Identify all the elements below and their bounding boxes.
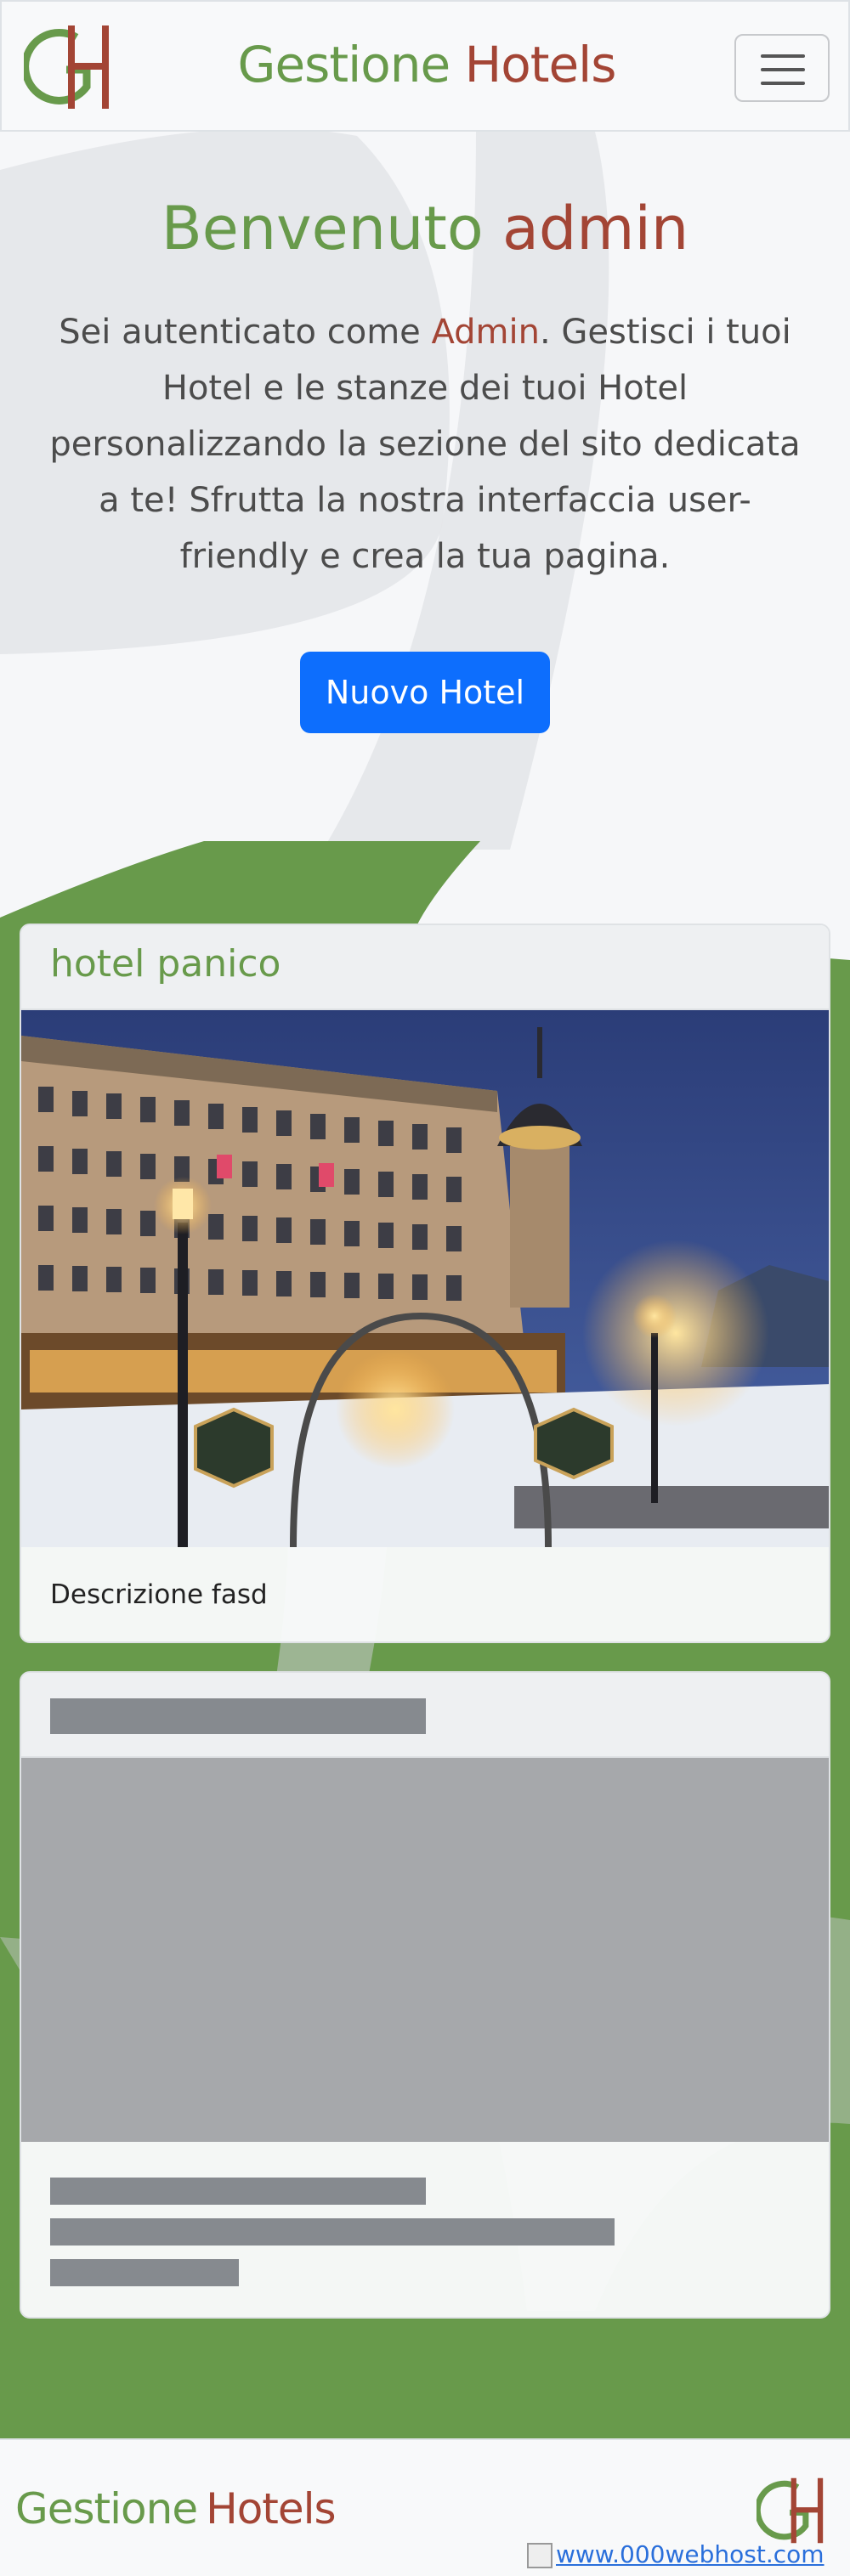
hotel-description: Descrizione fasd: [50, 1579, 268, 1610]
footer-brand-part2: Hotels: [206, 2484, 336, 2534]
hamburger-icon: [761, 68, 805, 71]
footer: Gestione Hotels www.000webhost.com: [0, 2438, 850, 2576]
hotel-card[interactable]: hotel panico Descrizione fasd: [20, 924, 830, 1643]
welcome-text-before: Sei autenticato come: [59, 313, 432, 352]
hotel-card-header: hotel panico: [21, 925, 829, 1010]
welcome-text: Sei autenticato come Admin. Gestisci i t…: [38, 304, 812, 585]
welcome-username: admin: [502, 194, 689, 263]
placeholder-text-line: [50, 2259, 239, 2286]
hotel-photo[interactable]: [21, 1010, 830, 1547]
hotel-card-placeholder: [20, 1671, 830, 2319]
hotel-name[interactable]: hotel panico: [50, 942, 280, 986]
gh-logo-icon[interactable]: [756, 2474, 830, 2547]
new-hotel-button[interactable]: Nuovo Hotel: [300, 652, 550, 733]
navbar-brand[interactable]: Gestione Hotels: [2, 36, 850, 93]
brand-part2: Hotels: [464, 36, 617, 93]
welcome-text-after: . Gestisci i tuoi Hotel e le stanze dei …: [49, 313, 801, 576]
placeholder-title-bar: [50, 1698, 426, 1734]
footer-brand[interactable]: Gestione Hotels: [15, 2484, 337, 2534]
placeholder-image: [21, 1758, 829, 2142]
placeholder-card-header: [21, 1673, 829, 1758]
webhost-link-text: www.000webhost.com: [556, 2540, 824, 2568]
broken-image-icon: [527, 2543, 552, 2568]
footer-brand-part1: Gestione: [15, 2484, 198, 2534]
navbar-toggler-button[interactable]: [734, 34, 830, 102]
hotel-card-body: Descrizione fasd: [21, 1547, 829, 1641]
webhost-banner-link[interactable]: www.000webhost.com: [527, 2540, 850, 2576]
placeholder-text-line: [50, 2218, 615, 2246]
brand-part1: Gestione: [237, 36, 451, 93]
top-navbar: Gestione Hotels: [0, 0, 850, 132]
placeholder-card-body: [21, 2142, 829, 2317]
hamburger-icon: [761, 54, 805, 58]
welcome-word: Benvenuto: [161, 194, 484, 263]
placeholder-text-line: [50, 2178, 426, 2205]
welcome-title: Benvenuto admin: [0, 194, 850, 263]
welcome-role: Admin: [431, 313, 540, 352]
hamburger-icon: [761, 82, 805, 85]
